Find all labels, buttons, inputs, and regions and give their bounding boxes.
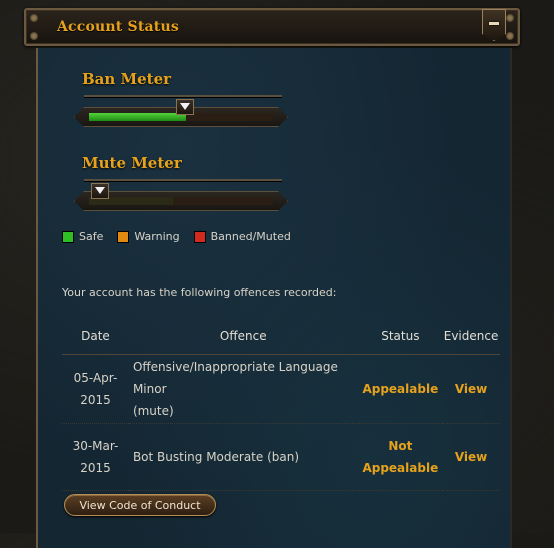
offence-description: Bot Busting Moderate (ban) (128, 423, 359, 491)
offence-description: Offensive/Inappropriate Language Minor (… (128, 354, 359, 424)
legend-label: Banned/Muted (210, 230, 291, 243)
rivet-icon (30, 14, 38, 22)
column-header-evidence: Evidence (442, 318, 500, 355)
table-row: 05-Apr- 2015 Offensive/Inappropriate Lan… (62, 354, 500, 424)
column-header-offence: Offence (128, 318, 359, 355)
offence-date: 30-Mar- 2015 (62, 423, 129, 491)
rivet-icon (506, 32, 514, 40)
legend-item-safe: Safe (62, 230, 103, 243)
view-evidence-link[interactable]: View (442, 354, 500, 424)
table-row: 30-Mar- 2015 Bot Busting Moderate (ban) … (62, 423, 500, 491)
meter-legend: Safe Warning Banned/Muted (62, 230, 291, 243)
ban-meter-divider (84, 95, 282, 97)
safe-swatch-icon (62, 230, 74, 243)
offence-line: (mute) (132, 404, 174, 418)
date-line: 2015 (80, 393, 111, 407)
date-line: 2015 (80, 461, 111, 475)
triangle-down-icon (179, 103, 190, 110)
status-line: Appealable (362, 461, 439, 475)
minus-icon (489, 22, 499, 25)
triangle-down-icon (95, 187, 105, 194)
column-header-date: Date (62, 318, 129, 355)
collapse-button[interactable] (482, 9, 506, 41)
rivet-icon (506, 14, 514, 22)
offence-line: Bot Busting Moderate (ban) (132, 450, 300, 464)
mute-meter-bar (89, 197, 273, 205)
offence-date: 05-Apr- 2015 (62, 354, 129, 424)
ban-meter-fill (89, 113, 186, 121)
date-line: 05-Apr- (73, 371, 118, 385)
status-line: Not (388, 439, 413, 453)
legend-item-warning: Warning (117, 230, 180, 243)
offence-line: Offensive/Inappropriate Language Minor (132, 360, 338, 396)
column-header-status: Status (358, 318, 443, 355)
warning-swatch-icon (117, 230, 130, 243)
offences-table: Date Offence Status Evidence 05-Apr- 201… (62, 318, 500, 491)
mute-meter-title: Mute Meter (82, 154, 182, 172)
legend-label: Warning (134, 230, 180, 243)
mute-meter-marker (91, 183, 109, 199)
view-evidence-link[interactable]: View (442, 423, 500, 491)
status-line: Appealable (362, 382, 439, 396)
offence-status: Not Appealable (358, 423, 443, 491)
panel-title: Account Status (57, 19, 179, 35)
panel-header: Account Status (24, 8, 520, 46)
ban-meter-marker (175, 99, 194, 115)
mute-meter-divider (84, 179, 282, 181)
rivet-icon (30, 32, 38, 40)
table-header-row: Date Offence Status Evidence (62, 318, 500, 355)
legend-label: Safe (79, 230, 104, 243)
banned-swatch-icon (193, 230, 206, 243)
offences-intro: Your account has the following offences … (62, 286, 337, 299)
legend-item-banned: Banned/Muted (193, 230, 291, 243)
date-line: 30-Mar- (72, 439, 119, 453)
view-code-of-conduct-button[interactable]: View Code of Conduct (64, 494, 216, 516)
offence-status: Appealable (358, 354, 443, 424)
ban-meter-title: Ban Meter (82, 70, 172, 88)
